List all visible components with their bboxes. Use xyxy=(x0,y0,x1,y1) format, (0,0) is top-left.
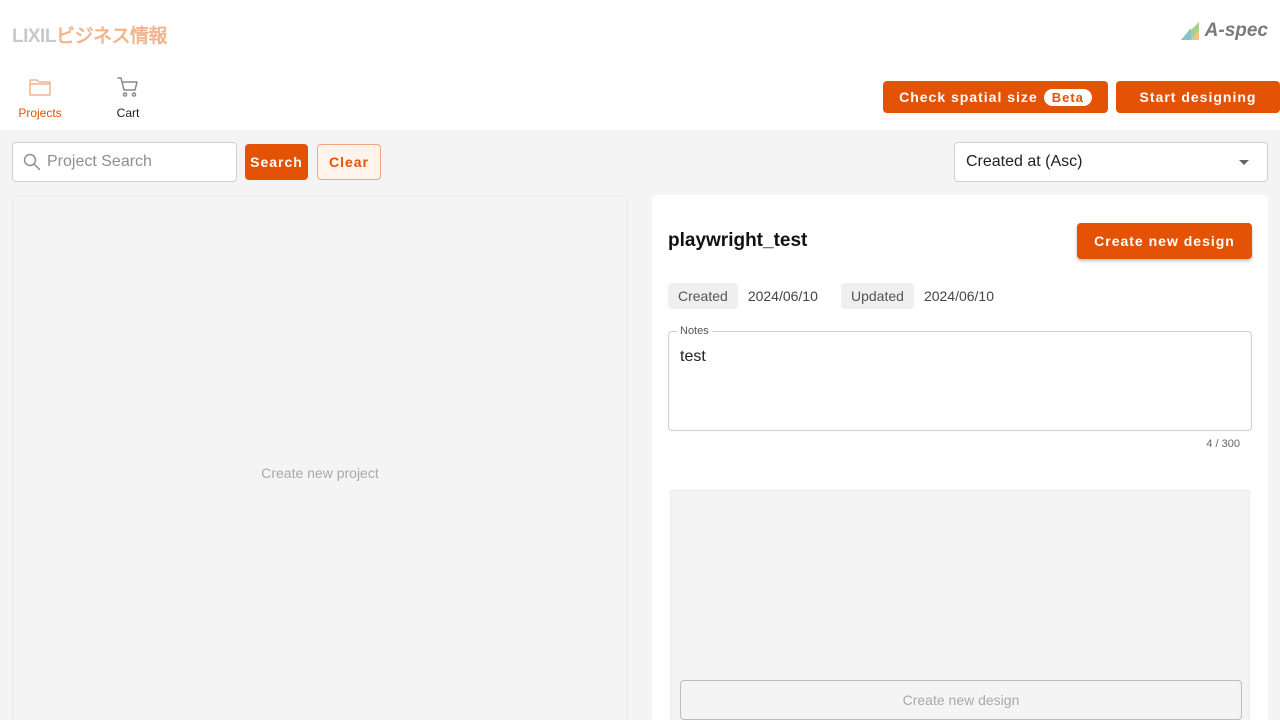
search-button[interactable]: Search xyxy=(245,144,308,180)
nav-projects-label: Projects xyxy=(18,106,62,120)
search-icon xyxy=(23,153,41,171)
created-date: 2024/06/10 xyxy=(747,288,818,304)
updated-date: 2024/06/10 xyxy=(923,288,995,304)
nav-cart-label: Cart xyxy=(116,106,140,120)
beta-badge: Beta xyxy=(1043,88,1092,106)
nav-cart[interactable]: Cart xyxy=(93,74,163,120)
top-bar: LIXILビジネス情報 A-spec Projects Cart Check s… xyxy=(0,0,1280,130)
updated-info: Updated 2024/06/10 xyxy=(841,283,994,309)
brand-name-part2: ビジネス情報 xyxy=(55,26,168,47)
create-new-design-outline-button[interactable]: Create new design xyxy=(680,680,1242,720)
designs-area: Create new design xyxy=(670,490,1250,720)
create-new-design-button[interactable]: Create new design xyxy=(1077,223,1252,259)
aspec-logo-icon xyxy=(1180,22,1199,40)
dropdown-arrow-icon xyxy=(1239,160,1249,165)
nav-projects[interactable]: Projects xyxy=(5,74,75,120)
created-info: Created 2024/06/10 xyxy=(668,283,818,309)
notes-field[interactable]: Notes test xyxy=(668,325,1252,431)
created-chip: Created xyxy=(668,283,738,309)
clear-button[interactable]: Clear xyxy=(317,144,381,180)
notes-char-counter: 4 / 300 xyxy=(1206,438,1240,450)
project-detail-panel: playwright_test Create new design Create… xyxy=(652,195,1268,720)
create-new-project-link[interactable]: Create new project xyxy=(13,465,627,481)
check-spatial-size-label: Check spatial size xyxy=(899,89,1038,105)
folder-icon xyxy=(27,74,53,100)
product-logo: A-spec xyxy=(1179,20,1268,42)
brand-name-part1: LIXIL xyxy=(12,26,56,47)
check-spatial-size-button[interactable]: Check spatial size Beta xyxy=(883,81,1108,113)
sort-select-value: Created at (Asc) xyxy=(966,153,1083,170)
project-search-input[interactable] xyxy=(47,153,227,171)
start-designing-button[interactable]: Start designing xyxy=(1116,81,1280,113)
project-search-field[interactable] xyxy=(12,142,237,182)
notes-value: test xyxy=(680,348,706,365)
cart-icon xyxy=(115,74,141,100)
updated-chip: Updated xyxy=(841,283,914,309)
project-title: playwright_test xyxy=(668,230,808,251)
project-list-panel: Create new project xyxy=(12,195,628,720)
sort-select[interactable]: Created at (Asc) xyxy=(954,142,1268,182)
brand-logo[interactable]: LIXILビジネス情報 xyxy=(12,21,167,48)
product-logo-text: A-spec xyxy=(1204,20,1268,41)
notes-label: Notes xyxy=(677,325,712,337)
